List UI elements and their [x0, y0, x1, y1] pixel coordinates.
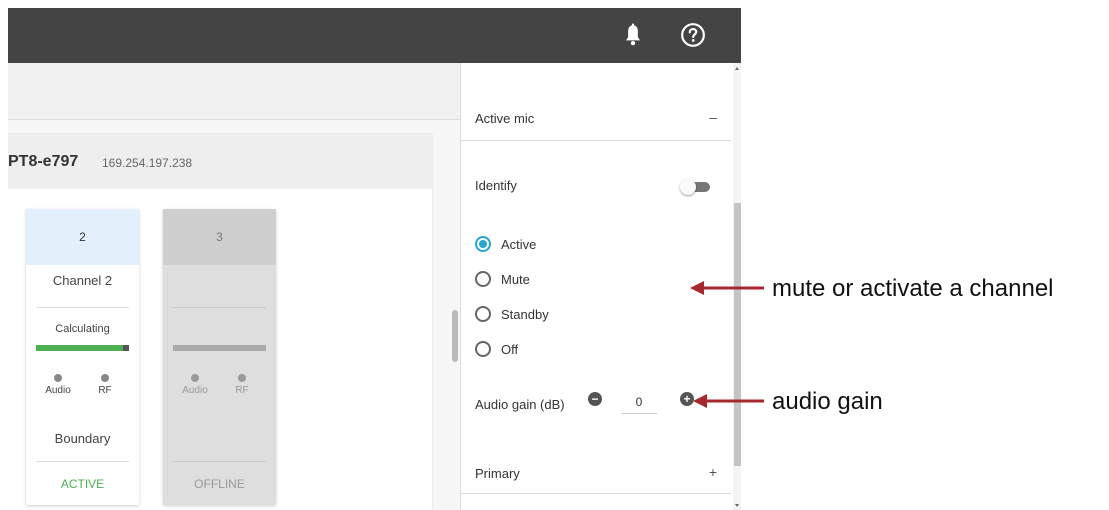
rf-indicator-label: RF [235, 385, 249, 396]
radio-label: Active [501, 237, 537, 252]
channel-card-2[interactable]: 2 Channel 2 Calculating Audio RF Boundar… [26, 209, 139, 505]
help-icon[interactable] [680, 22, 706, 48]
mic-type: Boundary [54, 431, 111, 446]
panel-scrollbar-thumb[interactable] [734, 203, 741, 466]
channel-card-3[interactable]: 3 Audio RF OFFLINE [163, 209, 276, 505]
radio-mute[interactable]: Mute [475, 271, 625, 291]
rf-dot-icon [238, 374, 246, 382]
divider [173, 461, 266, 462]
audio-meter [36, 345, 129, 351]
callout-mute-text: mute or activate a channel [772, 275, 1054, 302]
collapse-icon[interactable]: – [709, 109, 717, 125]
radio-checked-icon [475, 236, 491, 252]
rf-dot-icon [101, 374, 109, 382]
radio-standby[interactable]: Standby [475, 306, 625, 326]
radio-active[interactable]: Active [475, 236, 625, 256]
channel-state: OFFLINE [194, 477, 245, 491]
divider [461, 493, 731, 494]
primary-label: Primary [475, 466, 520, 481]
radio-unchecked-icon [475, 341, 491, 357]
rf-indicator: RF [227, 374, 257, 396]
device-name: PT8-e797 [8, 153, 79, 170]
audio-meter [173, 345, 266, 351]
audio-indicator-label: Audio [182, 385, 208, 396]
radio-label: Off [501, 342, 519, 357]
callout-gain-text: audio gain [772, 388, 883, 415]
content-area: PT8-e797 169.254.197.238 2 Channel 2 Cal… [8, 120, 460, 510]
app-window: PT8-e797 169.254.197.238 2 Channel 2 Cal… [8, 63, 741, 510]
channel-number: 3 [163, 209, 276, 265]
audio-indicator: Audio [180, 374, 210, 396]
audio-indicator-label: Audio [45, 385, 71, 396]
channel-state: ACTIVE [60, 477, 105, 491]
radio-off[interactable]: Off [475, 341, 625, 361]
divider [36, 461, 129, 462]
top-bar [8, 8, 741, 63]
channel-name: Channel 2 [52, 273, 113, 288]
scroll-down-icon[interactable] [735, 504, 739, 507]
active-mic-label: Active mic [475, 111, 535, 126]
device-ip: 169.254.197.238 [102, 156, 193, 170]
toggle-knob [680, 179, 696, 195]
meter-tail [123, 345, 129, 351]
scroll-up-icon[interactable] [735, 67, 739, 70]
rf-indicator-label: RF [98, 385, 112, 396]
radio-unchecked-icon [475, 306, 491, 322]
divider [36, 307, 129, 308]
left-scrollbar-thumb[interactable] [452, 310, 458, 362]
divider [461, 140, 731, 141]
bell-icon[interactable] [620, 22, 646, 48]
expand-icon[interactable]: + [709, 464, 717, 480]
identify-toggle[interactable] [680, 179, 710, 195]
divider [173, 307, 266, 308]
rf-indicator: RF [90, 374, 120, 396]
device-header: PT8-e797 169.254.197.238 [8, 133, 432, 189]
radio-label: Mute [501, 272, 530, 287]
radio-label: Standby [501, 307, 549, 322]
audio-indicator: Audio [43, 374, 73, 396]
active-mic-section[interactable]: Active mic – [461, 63, 731, 141]
identify-label: Identify [475, 178, 517, 193]
radio-unchecked-icon [475, 271, 491, 287]
channel-number: 2 [26, 209, 139, 265]
channel-status: Calculating [55, 323, 110, 335]
device-pane: PT8-e797 169.254.197.238 2 Channel 2 Cal… [8, 63, 460, 510]
audio-gain-label: Audio gain (dB) [475, 397, 565, 412]
device-card: PT8-e797 169.254.197.238 2 Channel 2 Cal… [8, 133, 432, 510]
subheader-bar [8, 63, 460, 120]
minus-icon[interactable]: − [588, 392, 602, 406]
audio-dot-icon [54, 374, 62, 382]
callout-arrow-mute [690, 281, 764, 295]
primary-section[interactable]: Primary + [461, 443, 731, 493]
audio-dot-icon [191, 374, 199, 382]
audio-gain-input[interactable] [621, 390, 657, 414]
callout-arrow-gain [693, 394, 764, 408]
